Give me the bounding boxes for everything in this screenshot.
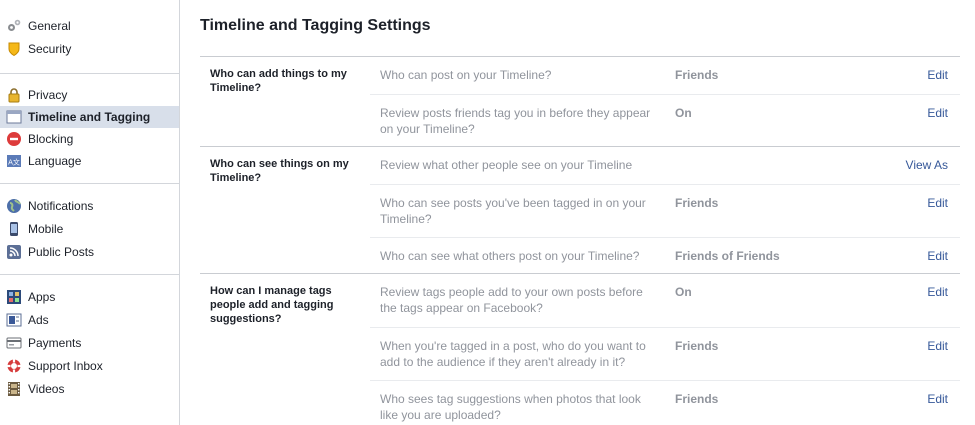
setting-question: Who can post on your Timeline?	[380, 68, 552, 82]
setting-question: Who can see posts you've been tagged in …	[380, 196, 646, 226]
settings-row: Who can see posts you've been tagged in …	[370, 184, 960, 237]
setting-value: Friends	[675, 68, 719, 82]
edit-link[interactable]: Edit	[927, 338, 948, 354]
settings-row: Review tags people add to your own posts…	[370, 274, 960, 327]
view-as-link[interactable]: View As	[906, 157, 948, 173]
sidebar-item-blocking[interactable]: Blocking	[0, 128, 179, 150]
sidebar-item-payments[interactable]: Payments	[0, 331, 179, 354]
sidebar-item-label: General	[28, 18, 71, 33]
sidebar-item-public-posts[interactable]: Public Posts	[0, 240, 179, 263]
edit-link[interactable]: Edit	[927, 284, 948, 300]
setting-value: Friends	[675, 339, 719, 353]
sidebar-item-security[interactable]: Security	[0, 37, 179, 60]
edit-link[interactable]: Edit	[927, 391, 948, 407]
sidebar-item-language[interactable]: A文 Language	[0, 150, 179, 172]
edit-link[interactable]: Edit	[927, 67, 948, 83]
sidebar-item-support-inbox[interactable]: Support Inbox	[0, 354, 179, 377]
sidebar-item-videos[interactable]: Videos	[0, 377, 179, 400]
settings-row: Who sees tag suggestions when photos tha…	[370, 380, 960, 425]
timeline-icon	[6, 109, 22, 125]
sidebar-item-mobile[interactable]: Mobile	[0, 217, 179, 240]
setting-value: Friends	[675, 392, 719, 406]
settings-row: Who can see what others post on your Tim…	[370, 237, 960, 274]
edit-link[interactable]: Edit	[927, 195, 948, 211]
section-heading: Who can add things to my Timeline?	[210, 68, 347, 94]
settings-row: Review what other people see on your Tim…	[370, 147, 960, 184]
credit-card-icon	[6, 335, 22, 351]
sidebar-item-label: Support Inbox	[28, 358, 103, 373]
gears-icon	[6, 18, 22, 34]
film-icon	[6, 381, 22, 397]
settings-sidebar: General Security Privacy Timeline and Ta…	[0, 0, 180, 425]
setting-question: Who can see what others post on your Tim…	[380, 249, 640, 263]
sidebar-item-label: Notifications	[28, 198, 94, 213]
sidebar-item-timeline-and-tagging[interactable]: Timeline and Tagging	[0, 106, 179, 128]
language-icon: A文	[6, 153, 22, 169]
globe-icon	[6, 198, 22, 214]
setting-value: On	[675, 285, 692, 299]
settings-row: Review posts friends tag you in before t…	[370, 94, 960, 147]
sidebar-item-label: Privacy	[28, 88, 68, 102]
sidebar-item-notifications[interactable]: Notifications	[0, 194, 179, 217]
mobile-icon	[6, 221, 22, 237]
sidebar-item-label: Payments	[28, 335, 82, 350]
section-heading: How can I manage tags people add and tag…	[210, 285, 334, 325]
sidebar-item-privacy[interactable]: Privacy	[0, 84, 179, 106]
settings-row: Who can post on your Timeline? Friends E…	[370, 57, 960, 94]
ads-icon	[6, 312, 22, 328]
settings-section-add-things: Who can add things to my Timeline? Who c…	[200, 56, 960, 146]
rss-icon	[6, 244, 22, 260]
sidebar-item-label: Blocking	[28, 132, 74, 146]
settings-section-manage-tags: How can I manage tags people add and tag…	[200, 273, 960, 425]
page-title: Timeline and Tagging Settings	[200, 17, 431, 34]
sidebar-group-privacy: Privacy Timeline and Tagging Blocking A文…	[0, 74, 179, 183]
sidebar-item-label: Public Posts	[28, 244, 95, 259]
setting-value: On	[675, 106, 692, 120]
sidebar-item-label: Mobile	[28, 221, 64, 236]
edit-link[interactable]: Edit	[927, 105, 948, 121]
sidebar-group-notifications: Notifications Mobile Public Posts	[0, 184, 179, 274]
lock-icon	[6, 87, 22, 103]
edit-link[interactable]: Edit	[927, 248, 948, 264]
sidebar-item-label: Ads	[28, 312, 49, 327]
setting-question: When you're tagged in a post, who do you…	[380, 339, 646, 369]
sidebar-item-label: Language	[28, 154, 82, 168]
setting-value: Friends	[675, 196, 719, 210]
sidebar-item-general[interactable]: General	[0, 14, 179, 37]
setting-question: Who sees tag suggestions when photos tha…	[380, 392, 641, 422]
lifebuoy-icon	[6, 358, 22, 374]
apps-icon	[6, 289, 22, 305]
settings-section-see-things: Who can see things on my Timeline? Revie…	[200, 146, 960, 273]
shield-icon	[6, 41, 22, 57]
setting-question: Review posts friends tag you in before t…	[380, 106, 651, 136]
settings-row: When you're tagged in a post, who do you…	[370, 327, 960, 380]
blocking-icon	[6, 131, 22, 147]
sidebar-item-label: Apps	[28, 289, 56, 304]
sidebar-item-label: Videos	[28, 381, 65, 396]
section-heading: Who can see things on my Timeline?	[210, 158, 349, 184]
sidebar-item-label: Security	[28, 41, 72, 56]
sidebar-group-account: General Security	[0, 0, 179, 73]
sidebar-item-apps[interactable]: Apps	[0, 285, 179, 308]
sidebar-group-apps: Apps Ads Payments Support Inbox Videos	[0, 275, 179, 400]
svg-text:A文: A文	[8, 158, 20, 167]
setting-value: Friends of Friends	[675, 249, 780, 263]
sidebar-item-label: Timeline and Tagging	[28, 110, 151, 124]
setting-question: Review what other people see on your Tim…	[380, 158, 633, 172]
sidebar-item-ads[interactable]: Ads	[0, 308, 179, 331]
setting-question: Review tags people add to your own posts…	[380, 285, 643, 315]
